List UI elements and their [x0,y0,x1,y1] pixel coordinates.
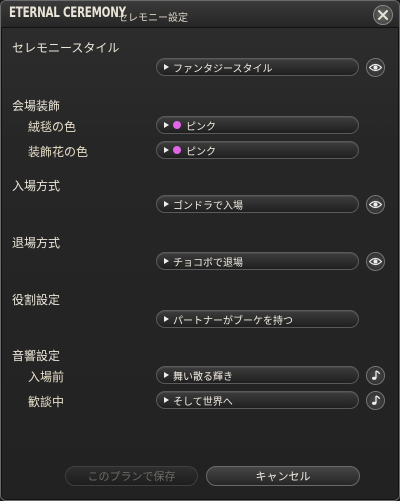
close-button[interactable] [373,5,393,25]
carpet-color-label: 絨毯の色 [28,120,77,134]
color-swatch [173,121,181,129]
ceremony-style-value: ファンタジースタイル [173,63,273,75]
eye-icon [369,200,382,209]
color-swatch [173,146,181,154]
dropdown-arrow-icon [164,316,169,322]
music-note-icon [372,395,381,405]
dropdown-arrow-icon [164,258,169,264]
roles-dropdown[interactable]: パートナーがブーケを持つ [156,310,359,328]
window-title: ETERNAL CEREMONY [9,5,126,21]
dropdown-arrow-icon [164,397,169,403]
exit-preview-button[interactable] [366,252,385,271]
dropdown-arrow-icon [164,64,169,70]
section-venue-title: 会場装飾 [12,99,61,113]
entrance-dropdown[interactable]: ゴンドラで入場 [156,195,359,213]
section-exit-title: 退場方式 [12,236,61,250]
section-roles-title: 役割設定 [12,293,61,307]
roles-value: パートナーがブーケを持つ [173,315,293,327]
section-ceremony-style-title: セレモニースタイル [12,41,120,55]
dropdown-arrow-icon [164,147,169,153]
dropdown-arrow-icon [164,201,169,207]
eye-icon [369,63,382,72]
flower-color-dropdown[interactable]: ピンク [156,141,359,159]
chat-time-bgm-dropdown[interactable]: そして世界へ [156,391,359,409]
entrance-preview-button[interactable] [366,195,385,214]
ceremony-style-preview-button[interactable] [366,58,385,77]
ceremony-settings-window: ETERNAL CEREMONY セレモニー設定 セレモニースタイル ファンタジ… [0,0,400,501]
carpet-color-value: ピンク [186,121,216,133]
chat-time-play-button[interactable] [366,391,385,410]
dropdown-arrow-icon [164,122,169,128]
save-plan-button[interactable]: このプランで保存 [65,466,198,486]
ceremony-style-dropdown[interactable]: ファンタジースタイル [156,58,359,76]
before-entrance-bgm-dropdown[interactable]: 舞い散る輝き [156,366,359,384]
chat-time-bgm-value: そして世界へ [173,396,233,408]
exit-value: チョコボで退場 [173,257,243,269]
carpet-color-dropdown[interactable]: ピンク [156,116,359,134]
before-entrance-play-button[interactable] [366,366,385,385]
flower-color-label: 装飾花の色 [28,145,89,159]
exit-dropdown[interactable]: チョコボで退場 [156,252,359,270]
entrance-value: ゴンドラで入場 [173,200,243,212]
dropdown-arrow-icon [164,372,169,378]
cancel-button[interactable]: キャンセル [206,466,360,486]
title-bar[interactable]: ETERNAL CEREMONY セレモニー設定 [1,1,399,28]
before-entrance-label: 入場前 [28,370,65,384]
flower-color-value: ピンク [186,146,216,158]
eye-icon [369,257,382,266]
section-entrance-title: 入場方式 [12,179,61,193]
section-sound-title: 音響設定 [12,349,61,363]
before-entrance-bgm-value: 舞い散る輝き [173,371,233,383]
window-subtitle: セレモニー設定 [118,13,188,24]
music-note-icon [372,370,381,380]
chat-time-label: 歓談中 [28,395,65,409]
close-icon [378,10,388,20]
